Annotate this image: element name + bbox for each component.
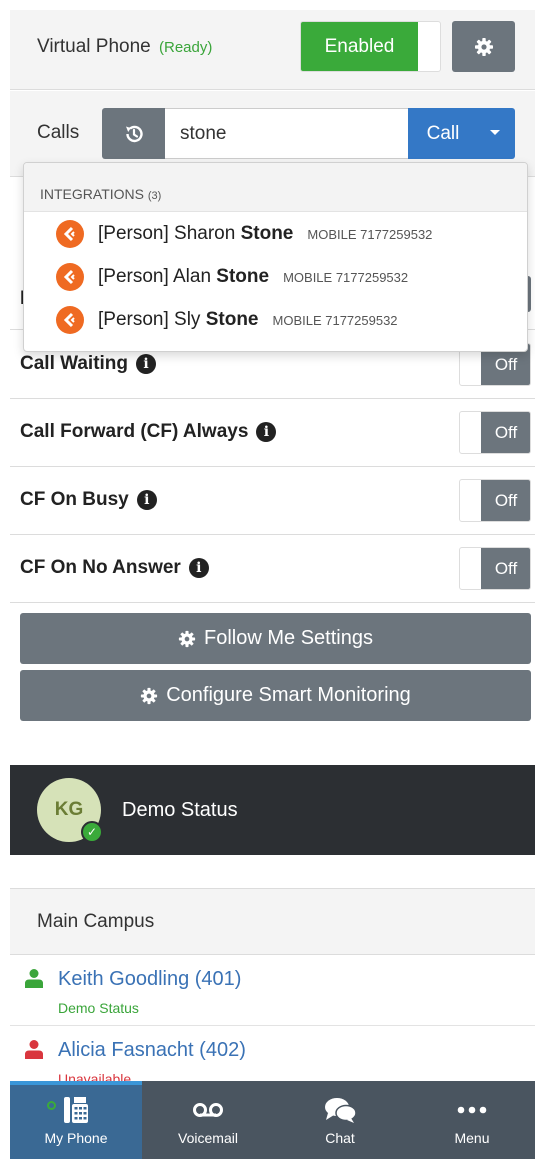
nav-label: My Phone — [44, 1130, 108, 1146]
setting-row-call-forward-always: Call Forward (CF) Always i Off — [10, 399, 535, 467]
cf-on-no-answer-toggle[interactable]: Off — [459, 547, 531, 590]
chevron-down-icon[interactable] — [490, 130, 500, 135]
call-history-button[interactable] — [102, 108, 165, 159]
integration-result-text: [Person] Alan Stone MOBILE 7177259532 — [98, 266, 409, 287]
cf-on-busy-toggle[interactable]: Off — [459, 479, 531, 522]
call-search-input[interactable] — [165, 108, 409, 159]
virtual-phone-row: Virtual Phone (Ready) Enabled — [10, 10, 535, 90]
setting-label: Call Forward (CF) Always — [20, 421, 249, 442]
toggle-state: Off — [481, 548, 530, 589]
configure-smart-monitoring-label: Configure Smart Monitoring — [166, 684, 411, 706]
nav-label: Menu — [454, 1130, 490, 1146]
contact-name[interactable]: Alicia Fasnacht (402) — [58, 1039, 246, 1062]
follow-me-settings-label: Follow Me Settings — [204, 627, 373, 649]
virtual-phone-label: Virtual Phone (Ready) — [37, 36, 213, 57]
toggle-state: Off — [481, 480, 530, 521]
history-icon — [125, 125, 143, 142]
contact-status: Demo Status — [58, 1000, 139, 1016]
contact-name[interactable]: Keith Goodling (401) — [58, 968, 241, 991]
crm-integration-icon — [56, 263, 84, 291]
person-icon — [25, 969, 43, 988]
person-icon — [25, 1040, 43, 1059]
nav-label: Chat — [325, 1130, 355, 1146]
configure-smart-monitoring-button[interactable]: Configure Smart Monitoring — [20, 670, 531, 721]
call-button-label: Call — [426, 122, 460, 144]
user-status-bar[interactable]: KG ✓ Demo Status — [10, 765, 535, 855]
info-icon[interactable]: i — [136, 490, 157, 510]
directory-group-name: Main Campus — [37, 911, 155, 932]
nav-voicemail[interactable]: Voicemail — [142, 1081, 274, 1159]
integration-result-item[interactable]: [Person] Sharon Stone MOBILE 7177259532 — [24, 212, 527, 255]
ellipsis-icon — [457, 1106, 487, 1114]
chat-bubbles-icon — [325, 1098, 357, 1123]
nav-my-phone[interactable]: My Phone — [10, 1081, 142, 1159]
gear-icon — [141, 687, 158, 704]
integration-result-text: [Person] Sly Stone MOBILE 7177259532 — [98, 309, 398, 330]
follow-me-settings-button[interactable]: Follow Me Settings — [20, 613, 531, 664]
user-status-text: Demo Status — [122, 799, 238, 821]
nav-menu[interactable]: Menu — [406, 1081, 535, 1159]
info-icon[interactable]: i — [256, 422, 277, 442]
integration-result-text: [Person] Sharon Stone MOBILE 7177259532 — [98, 223, 433, 244]
virtual-phone-toggle[interactable]: Enabled — [300, 21, 441, 72]
virtual-phone-toggle-label: Enabled — [301, 22, 418, 71]
desk-phone-icon — [64, 1097, 88, 1123]
setting-label: CF On Busy — [20, 489, 129, 510]
virtual-phone-settings-button[interactable] — [452, 21, 515, 72]
call-button[interactable]: Call — [408, 108, 515, 159]
nav-label: Voicemail — [178, 1130, 238, 1146]
bottom-nav: My Phone Voicemail Chat Menu — [10, 1081, 535, 1159]
voicemail-icon — [193, 1103, 223, 1117]
info-icon[interactable]: i — [188, 558, 209, 578]
integrations-dropdown-header: INTEGRATIONS (3) — [24, 163, 527, 212]
integration-result-item[interactable]: [Person] Alan Stone MOBILE 7177259532 — [24, 255, 527, 298]
check-icon: ✓ — [81, 821, 103, 843]
integrations-dropdown: INTEGRATIONS (3) [Person] Sharon Stone MO… — [23, 162, 528, 352]
contact-item[interactable]: Keith Goodling (401) Demo Status — [10, 956, 535, 1026]
virtual-phone-status: (Ready) — [159, 39, 213, 56]
toggle-state: Off — [481, 412, 530, 453]
setting-row-cf-on-no-answer: CF On No Answer i Off — [10, 535, 535, 603]
integration-result-item[interactable]: [Person] Sly Stone MOBILE 7177259532 — [24, 298, 527, 341]
call-forward-always-toggle[interactable]: Off — [459, 411, 531, 454]
setting-label: Call Waiting — [20, 353, 129, 374]
nav-chat[interactable]: Chat — [274, 1081, 406, 1159]
gear-icon — [474, 37, 493, 56]
info-icon[interactable]: i — [136, 354, 157, 374]
online-status-icon — [47, 1101, 56, 1110]
calls-label: Calls — [37, 122, 80, 143]
crm-integration-icon — [56, 220, 84, 248]
gear-icon — [178, 630, 196, 647]
crm-integration-icon — [56, 306, 84, 334]
setting-label: CF On No Answer — [20, 557, 181, 578]
directory-group-header[interactable]: Main Campus — [10, 888, 535, 955]
setting-row-cf-on-busy: CF On Busy i Off — [10, 467, 535, 535]
